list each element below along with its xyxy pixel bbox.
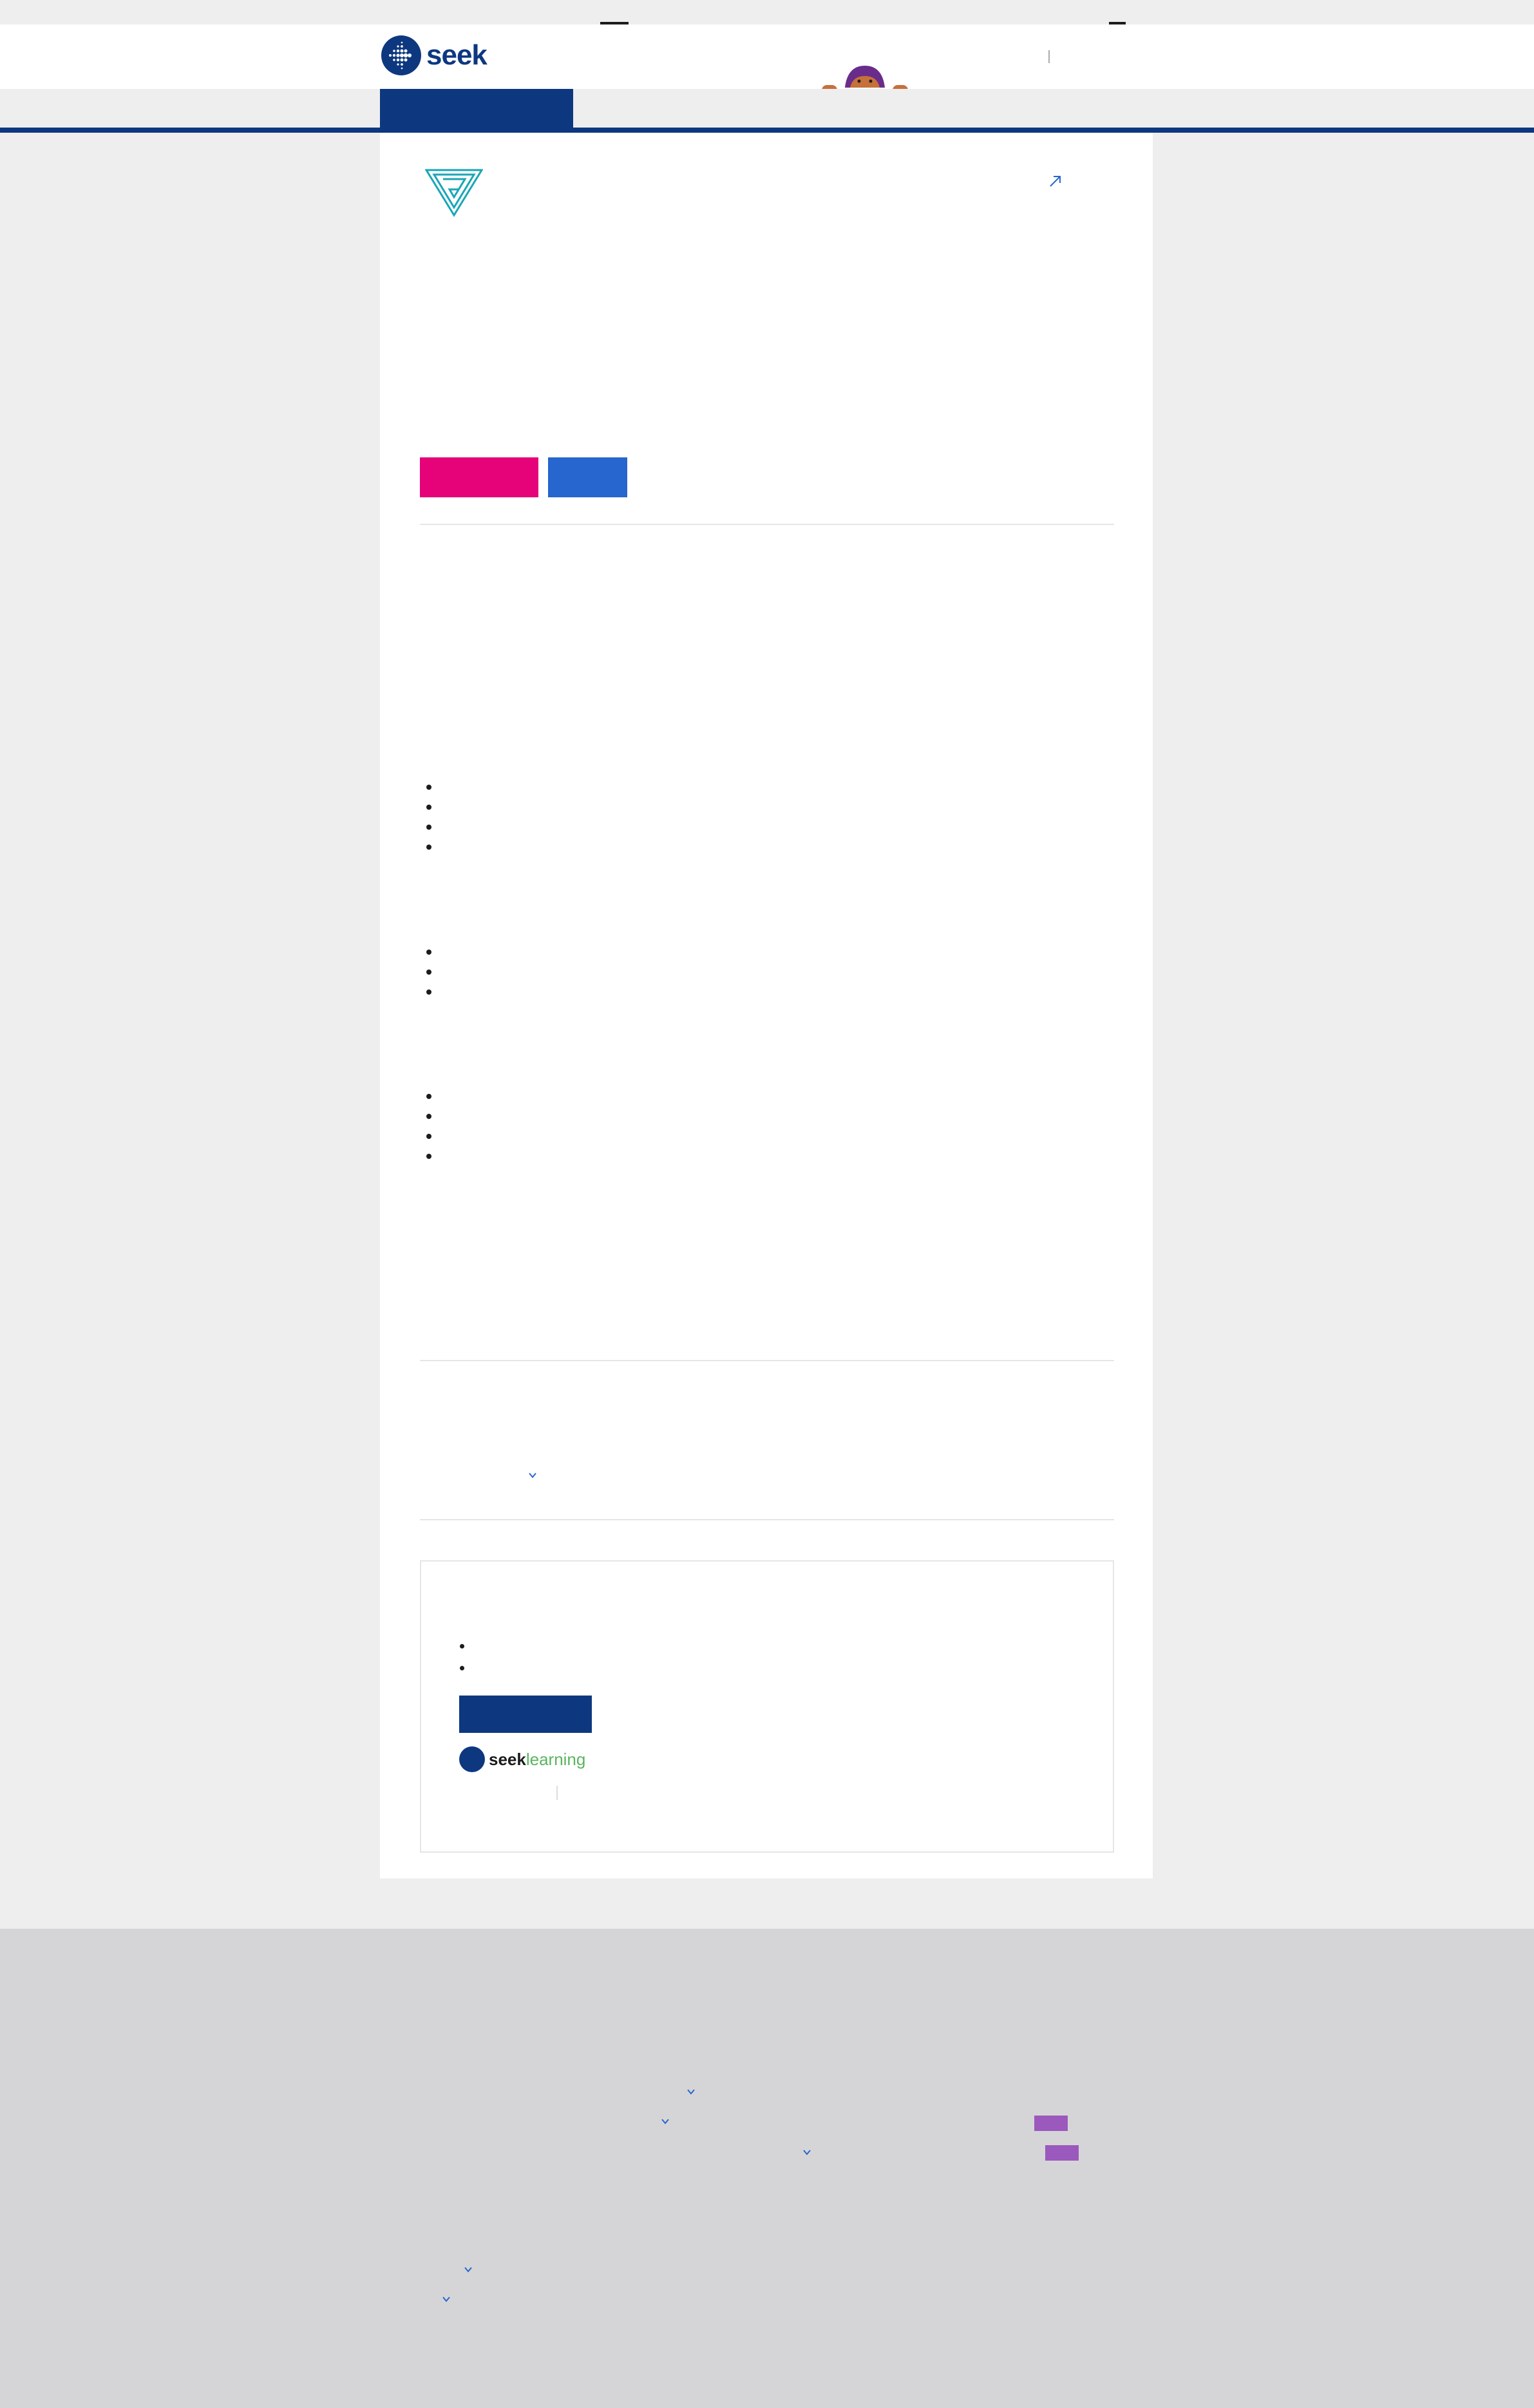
seek-learning-brand-seek: seek xyxy=(489,1749,526,1769)
seek-learning-logo[interactable]: seek learning xyxy=(459,1746,588,1773)
top-strip xyxy=(0,0,1534,24)
seek-learning-brand-learning: learning xyxy=(526,1749,586,1769)
header-divider xyxy=(1048,50,1050,63)
list-bullet xyxy=(426,825,431,830)
chevron-down-icon[interactable] xyxy=(661,2117,670,2126)
site-footer xyxy=(0,1929,1534,2408)
section-divider xyxy=(420,1360,1114,1361)
list-bullet xyxy=(426,950,431,955)
footer-badge[interactable] xyxy=(1045,2145,1079,2161)
list-bullet xyxy=(426,805,431,810)
list-bullet xyxy=(426,1154,431,1159)
footer-badge[interactable] xyxy=(1034,2116,1068,2131)
list-bullet xyxy=(426,970,431,975)
chevron-down-icon[interactable] xyxy=(687,2087,696,2096)
nav-rule xyxy=(0,128,1534,133)
chevron-down-icon[interactable] xyxy=(442,2295,451,2304)
chevron-down-icon[interactable] xyxy=(802,2148,811,2157)
list-bullet xyxy=(460,1666,464,1670)
nav-tab-active[interactable] xyxy=(380,89,573,129)
seek-dots-icon xyxy=(381,35,421,75)
seek-logo[interactable]: seek xyxy=(381,35,491,76)
list-bullet xyxy=(460,1644,464,1648)
chevron-down-icon[interactable] xyxy=(528,1471,537,1480)
section-divider xyxy=(420,1519,1114,1520)
share-icon[interactable] xyxy=(1048,173,1064,188)
seek-dots-icon xyxy=(459,1746,485,1772)
section-divider xyxy=(420,524,1114,525)
chevron-down-icon[interactable] xyxy=(464,2265,473,2274)
list-bullet xyxy=(426,785,431,790)
list-bullet xyxy=(426,1134,431,1139)
save-button[interactable] xyxy=(548,457,627,497)
triangle-g-logo-icon xyxy=(424,169,484,218)
nav-bar xyxy=(0,89,1534,128)
list-bullet xyxy=(426,989,431,995)
list-bullet xyxy=(426,1114,431,1119)
apply-button[interactable] xyxy=(420,457,538,497)
learning-divider xyxy=(556,1786,558,1800)
site-header xyxy=(0,24,1534,89)
list-bullet xyxy=(426,845,431,850)
learning-cta-button[interactable] xyxy=(459,1696,592,1733)
list-bullet xyxy=(426,1094,431,1099)
seek-wordmark: seek xyxy=(426,39,488,71)
